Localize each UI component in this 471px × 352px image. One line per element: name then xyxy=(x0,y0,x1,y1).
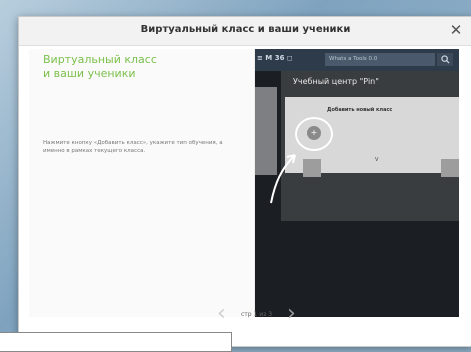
foreground-panel-edge xyxy=(0,332,232,352)
next-arrow-icon[interactable]: › xyxy=(287,303,296,325)
pointer-arrow-icon xyxy=(270,154,296,204)
dialog-title: Виртуальный класс и ваши ученики xyxy=(140,24,351,35)
tutorial-heading-line1: Виртуальный класс xyxy=(43,53,157,66)
preview-card-title: Добавить новый класс xyxy=(327,107,393,113)
tutorial-description: Нажмите кнопку «Добавить класс», укажите… xyxy=(43,140,223,154)
tutorial-heading: Виртуальный класс и ваши ученики xyxy=(43,53,223,81)
tutorial-text-pane xyxy=(29,49,255,317)
preview-topbar: ≡ M 36 ◻ Whats a Tools 0.0 xyxy=(255,49,459,71)
pager: ‹ стр 1 из 3 › xyxy=(199,297,319,327)
preview-panel-title: Учебный центр "Pin" xyxy=(293,77,379,86)
tutorial-dialog: Виртуальный класс и ваши ученики ✕ Вирту… xyxy=(18,16,471,347)
plus-icon: + xyxy=(307,126,321,140)
preview-thumb xyxy=(441,159,459,177)
preview-search-field: Whats a Tools 0.0 xyxy=(325,53,435,66)
preview-thumb xyxy=(303,159,321,177)
prev-arrow-icon[interactable]: ‹ xyxy=(217,303,226,325)
preview-card-label: V xyxy=(375,157,379,163)
tutorial-screenshot-preview: ≡ M 36 ◻ Whats a Tools 0.0 Учебный центр… xyxy=(255,49,459,317)
search-icon xyxy=(437,53,453,66)
dialog-titlebar: Виртуальный класс и ваши ученики ✕ xyxy=(19,17,471,46)
page-indicator: стр 1 из 3 xyxy=(241,311,273,318)
close-icon[interactable]: ✕ xyxy=(448,21,464,39)
preview-logo: ≡ M 36 ◻ xyxy=(257,54,293,62)
tutorial-heading-line2: и ваши ученики xyxy=(43,67,136,80)
